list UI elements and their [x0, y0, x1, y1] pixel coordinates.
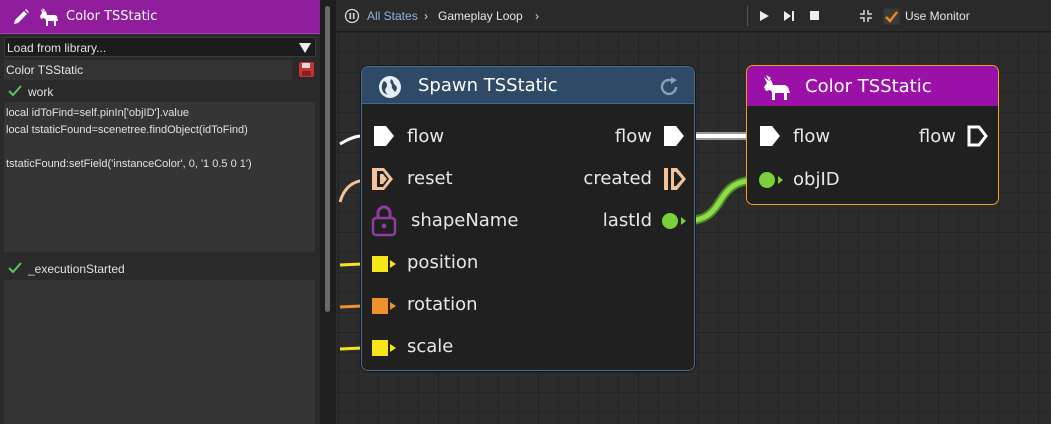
refresh-icon[interactable]: [658, 76, 680, 98]
use-monitor-checkbox[interactable]: [883, 8, 900, 25]
use-monitor-label[interactable]: Use Monitor: [905, 9, 970, 23]
selected-node-header: Color TSStatic: [0, 0, 320, 34]
color-tsstatic-node[interactable]: Color TSStatic flow objID flow: [746, 65, 999, 205]
vec3-pin-icon[interactable]: [371, 339, 397, 357]
library-select[interactable]: Load from library...: [4, 37, 316, 57]
play-icon[interactable]: [758, 10, 770, 22]
code-line: local tstaticFound=scenetree.findObject(…: [6, 124, 248, 136]
node-name-field[interactable]: Color TSStatic: [4, 60, 292, 80]
library-select-value: Load from library...: [7, 41, 107, 55]
flow-pin-icon[interactable]: [759, 125, 781, 147]
globe-icon: [379, 76, 401, 98]
breadcrumb-separator: ›: [535, 9, 539, 23]
impulse-pin-icon[interactable]: [663, 167, 687, 191]
stop-icon[interactable]: [809, 10, 820, 21]
execution-section-header[interactable]: _executionStarted: [4, 260, 316, 278]
number-pin-icon[interactable]: [758, 171, 784, 189]
check-icon: [8, 85, 22, 97]
pin-label: lastId: [602, 210, 652, 231]
breadcrumb-all-states[interactable]: All States: [367, 9, 418, 23]
pin-label: created: [583, 168, 652, 189]
vec3-pin-icon[interactable]: [371, 255, 397, 273]
selected-node-title: Color TSStatic: [66, 9, 158, 24]
pin-label: flow: [793, 126, 831, 147]
node-title: Spawn TSStatic: [418, 75, 558, 96]
node-header[interactable]: Spawn TSStatic: [362, 67, 694, 104]
code-line: local idToFind=self.pinIn['objID'].value: [6, 107, 190, 119]
node-name-value: Color TSStatic: [6, 63, 84, 77]
graph-toolbar: All States › Gameplay Loop › Use Monitor: [336, 0, 1051, 32]
work-code-editor[interactable]: local idToFind=self.pinIn['objID'].value…: [4, 102, 315, 252]
step-icon[interactable]: [783, 10, 795, 22]
work-section-label: work: [28, 85, 54, 99]
code-line: tstaticFound:setField('instanceColor', 0…: [6, 158, 252, 170]
goat-icon: [764, 75, 790, 100]
pause-circle-icon[interactable]: [344, 8, 360, 24]
execution-section-label: _executionStarted: [28, 262, 125, 276]
execution-code-editor[interactable]: [4, 280, 315, 424]
pin-label: position: [407, 252, 479, 273]
goat-icon: [40, 8, 58, 26]
work-section-header[interactable]: work: [4, 83, 316, 101]
number-pin-icon[interactable]: [661, 212, 687, 230]
save-icon[interactable]: [298, 61, 315, 78]
quat-pin-icon[interactable]: [371, 297, 397, 315]
pin-label: flow: [918, 126, 956, 147]
lock-icon: [371, 205, 397, 237]
node-header[interactable]: Color TSStatic: [747, 66, 998, 106]
pin-label: flow: [614, 126, 652, 147]
impulse-pin-icon[interactable]: [371, 167, 395, 191]
pin-label: scale: [407, 336, 454, 357]
flow-pin-icon[interactable]: [663, 125, 685, 147]
collapse-icon[interactable]: [859, 9, 873, 23]
pin-label: rotation: [407, 294, 478, 315]
check-icon: [8, 262, 22, 274]
dropdown-arrow-icon[interactable]: [299, 43, 311, 53]
breadcrumb-gameplay-loop[interactable]: Gameplay Loop: [438, 9, 523, 23]
toolbar-divider: [747, 6, 748, 26]
node-properties-panel: Color TSStatic Load from library... Colo…: [0, 0, 320, 424]
panel-splitter[interactable]: [320, 0, 336, 424]
pin-label: shapeName: [411, 210, 519, 231]
flow-out-pin-icon[interactable]: [967, 125, 989, 147]
pencil-icon[interactable]: [12, 8, 30, 26]
pin-label: flow: [407, 126, 445, 147]
node-title: Color TSStatic: [805, 76, 932, 97]
breadcrumb-separator: ›: [424, 9, 428, 23]
flow-pin-icon[interactable]: [373, 125, 395, 147]
pin-label: objID: [793, 169, 840, 190]
spawn-tsstatic-node[interactable]: Spawn TSStatic flow reset shapeName posi…: [361, 66, 695, 371]
scrollbar-thumb[interactable]: [325, 6, 330, 312]
pin-label: reset: [407, 168, 453, 189]
